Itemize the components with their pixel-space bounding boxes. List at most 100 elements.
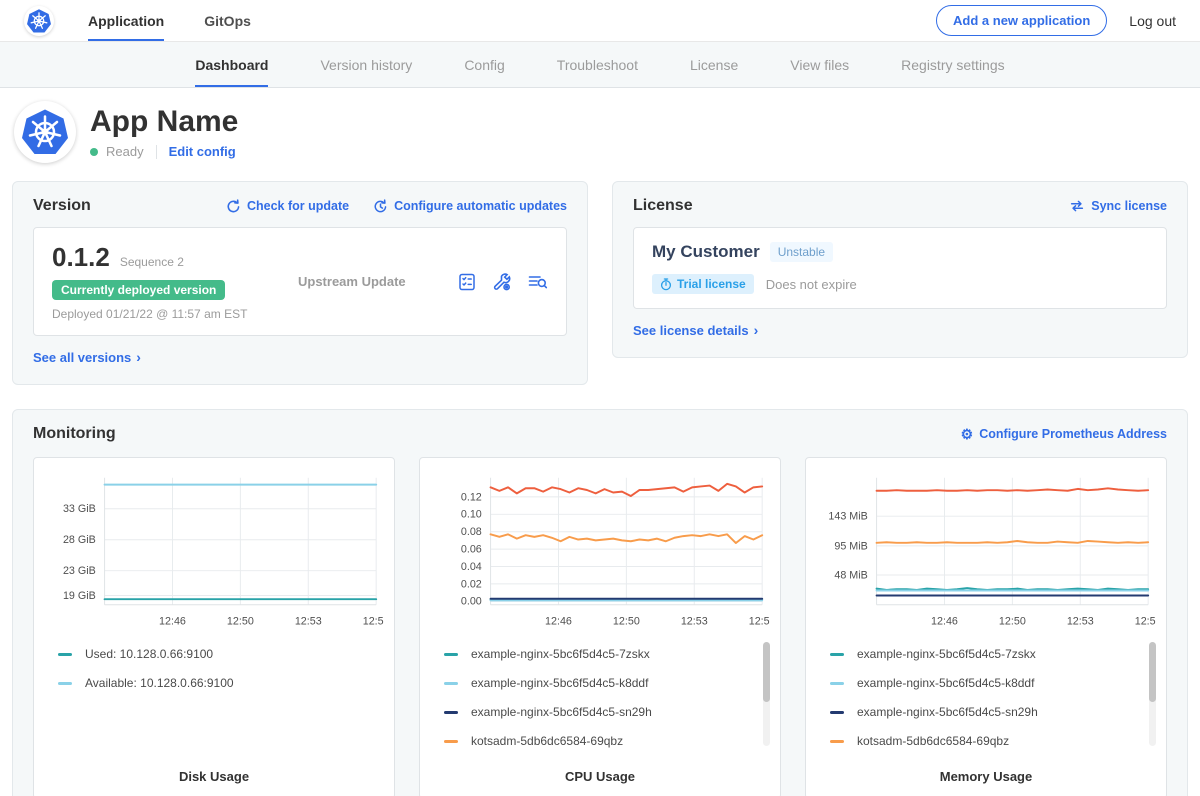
disk-usage-chart-card: 33 GiB28 GiB23 GiB19 GiB12:4612:5012:531… <box>33 457 395 796</box>
memory-usage-legend: example-nginx-5bc6f5d4c5-7zskxexample-ng… <box>816 640 1156 756</box>
legend-color-dash <box>58 653 72 656</box>
svg-text:19 GiB: 19 GiB <box>63 589 96 601</box>
svg-text:12:46: 12:46 <box>545 615 572 627</box>
version-source-label: Upstream Update <box>292 274 457 289</box>
kubernetes-logo-icon <box>26 8 52 34</box>
svg-text:12:50: 12:50 <box>613 615 640 627</box>
line-chart-plot: 0.120.100.080.060.040.020.0012:4612:5012… <box>430 468 770 636</box>
memory-usage-chart: 143 MiB95 MiB48 MiB12:4612:5012:5312:56 <box>816 468 1156 636</box>
sync-icon <box>1069 199 1085 213</box>
disk-usage-legend: Used: 10.128.0.66:9100 Available: 10.128.… <box>44 640 384 698</box>
configure-automatic-updates-link[interactable]: Configure automatic updates <box>373 199 567 214</box>
legend-color-dash <box>830 653 844 656</box>
config-wrench-icon[interactable] <box>492 272 512 292</box>
tab-application[interactable]: Application <box>88 0 164 41</box>
refresh-icon <box>226 199 241 214</box>
legend-color-dash <box>830 740 844 743</box>
configure-prometheus-label: Configure Prometheus Address <box>979 427 1167 441</box>
add-application-button[interactable]: Add a new application <box>936 5 1107 36</box>
license-expiry: Does not expire <box>766 277 857 292</box>
status-text: Ready <box>106 144 144 159</box>
cpu-usage-chart-card: 0.120.100.080.060.040.020.0012:4612:5012… <box>419 457 781 796</box>
app-logo <box>14 101 76 163</box>
legend-scrollbar-track[interactable] <box>763 642 770 746</box>
legend-scrollbar-thumb[interactable] <box>763 642 770 702</box>
legend-color-dash <box>830 711 844 714</box>
legend-label: example-nginx-5bc6f5d4c5-sn29h <box>857 705 1038 719</box>
cpu-usage-chart-title: CPU Usage <box>430 761 770 784</box>
memory-usage-chart-title: Memory Usage <box>816 761 1156 784</box>
svg-text:33 GiB: 33 GiB <box>63 503 96 515</box>
kubernetes-logo-icon <box>24 6 54 36</box>
tab-gitops[interactable]: GitOps <box>204 0 251 41</box>
gear-icon: ⚙ <box>961 427 974 441</box>
legend-item: kotsadm-5db6dc6584-69qbz <box>444 727 766 756</box>
svg-text:28 GiB: 28 GiB <box>63 534 96 546</box>
version-card-title: Version <box>33 197 91 215</box>
sync-license-link[interactable]: Sync license <box>1069 199 1167 213</box>
line-chart-plot: 33 GiB28 GiB23 GiB19 GiB12:4612:5012:531… <box>44 468 384 636</box>
schedule-update-icon <box>373 199 388 214</box>
legend-label: kotsadm-5db6dc6584-69qbz <box>471 734 623 748</box>
legend-label: Available: 10.128.0.66:9100 <box>85 676 234 690</box>
legend-item: kotsadm-5db6dc6584-69qbz <box>830 727 1152 756</box>
configure-prometheus-link[interactable]: ⚙ Configure Prometheus Address <box>961 427 1167 441</box>
view-logs-icon[interactable] <box>527 272 548 292</box>
svg-text:12:53: 12:53 <box>1067 615 1094 627</box>
sync-license-label: Sync license <box>1091 199 1167 213</box>
legend-color-dash <box>444 682 458 685</box>
subtab-troubleshoot[interactable]: Troubleshoot <box>557 44 638 87</box>
see-license-details-link[interactable]: See license details › <box>633 322 758 338</box>
logout-button[interactable]: Log out <box>1129 13 1176 29</box>
subtab-dashboard[interactable]: Dashboard <box>195 44 268 87</box>
cpu-usage-chart: 0.120.100.080.060.040.020.0012:4612:5012… <box>430 468 770 636</box>
legend-color-dash <box>444 740 458 743</box>
line-chart-plot: 143 MiB95 MiB48 MiB12:4612:5012:5312:56 <box>816 468 1156 636</box>
legend-label: example-nginx-5bc6f5d4c5-7zskx <box>471 647 650 661</box>
memory-usage-chart-card: 143 MiB95 MiB48 MiB12:4612:5012:5312:56 … <box>805 457 1167 796</box>
preflight-checks-icon[interactable] <box>457 272 477 292</box>
divider <box>156 145 157 159</box>
app-header: App Name Ready Edit config <box>0 88 1200 173</box>
license-details-card: My Customer Unstable Trial license Does … <box>633 227 1167 309</box>
legend-item: example-nginx-5bc6f5d4c5-sn29h <box>444 698 766 727</box>
svg-text:12:53: 12:53 <box>295 615 322 627</box>
legend-label: kotsadm-5db6dc6584-69qbz <box>857 734 1009 748</box>
version-number: 0.1.2 <box>52 242 110 273</box>
legend-scrollbar-thumb[interactable] <box>1149 642 1156 702</box>
subtab-config[interactable]: Config <box>464 44 504 87</box>
subtab-view-files[interactable]: View files <box>790 44 849 87</box>
deployed-badge: Currently deployed version <box>52 280 225 300</box>
svg-text:12:56: 12:56 <box>749 615 770 627</box>
subtab-license[interactable]: License <box>690 44 738 87</box>
license-card-title: License <box>633 197 693 215</box>
svg-text:143 MiB: 143 MiB <box>828 510 867 522</box>
legend-item: Used: 10.128.0.66:9100 <box>58 640 380 669</box>
trial-license-label: Trial license <box>677 277 746 291</box>
edit-config-link[interactable]: Edit config <box>169 144 236 159</box>
subtab-version-history[interactable]: Version history <box>320 44 412 87</box>
monitoring-title: Monitoring <box>33 425 116 443</box>
svg-text:12:53: 12:53 <box>681 615 708 627</box>
legend-scrollbar-track[interactable] <box>1149 642 1156 746</box>
monitoring-card: Monitoring ⚙ Configure Prometheus Addres… <box>12 409 1188 796</box>
svg-text:48 MiB: 48 MiB <box>834 569 867 581</box>
version-card: Version Check for update Configure au <box>12 181 588 385</box>
svg-text:12:50: 12:50 <box>999 615 1026 627</box>
legend-item: example-nginx-5bc6f5d4c5-7zskx <box>444 640 766 669</box>
legend-color-dash <box>830 682 844 685</box>
chevron-right-icon: › <box>136 349 141 365</box>
legend-color-dash <box>444 653 458 656</box>
legend-label: example-nginx-5bc6f5d4c5-k8ddf <box>857 676 1034 690</box>
check-for-update-link[interactable]: Check for update <box>226 199 349 214</box>
status-dot <box>90 148 98 156</box>
legend-color-dash <box>58 682 72 685</box>
kubernetes-logo-icon <box>20 107 70 157</box>
subtab-registry-settings[interactable]: Registry settings <box>901 44 1004 87</box>
svg-text:95 MiB: 95 MiB <box>834 540 867 552</box>
legend-label: example-nginx-5bc6f5d4c5-k8ddf <box>471 676 648 690</box>
see-all-versions-link[interactable]: See all versions › <box>33 349 141 365</box>
trial-license-badge: Trial license <box>652 274 754 294</box>
app-subnav: Dashboard Version history Config Trouble… <box>0 42 1200 88</box>
charts-row: 33 GiB28 GiB23 GiB19 GiB12:4612:5012:531… <box>33 457 1167 796</box>
